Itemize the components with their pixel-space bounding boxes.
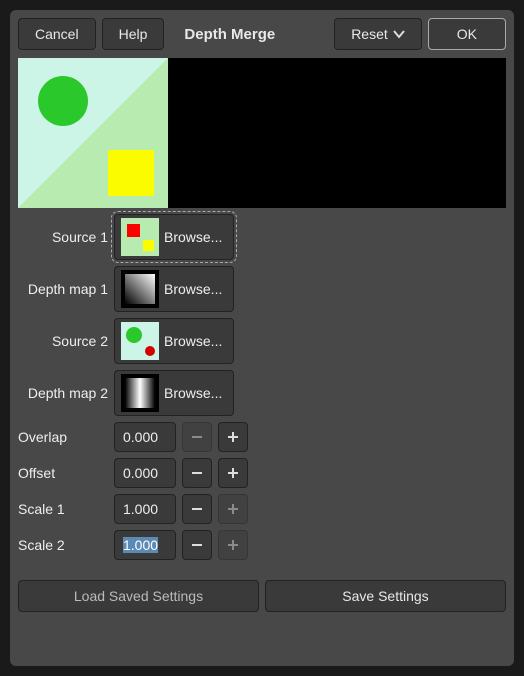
- plus-icon: [226, 430, 240, 444]
- overlap-minus-button[interactable]: [182, 422, 212, 452]
- scale2-plus-button[interactable]: [218, 530, 248, 560]
- save-settings-button[interactable]: Save Settings: [265, 580, 506, 612]
- overlap-plus-button[interactable]: [218, 422, 248, 452]
- source1-label: Source 1: [18, 229, 108, 245]
- chevron-down-icon: [393, 26, 405, 42]
- ok-button[interactable]: OK: [428, 18, 506, 50]
- minus-icon: [190, 502, 204, 516]
- scale1-input[interactable]: 1.000: [114, 494, 176, 524]
- help-button[interactable]: Help: [102, 18, 165, 50]
- cancel-button[interactable]: Cancel: [18, 18, 96, 50]
- overlap-label: Overlap: [18, 429, 108, 445]
- reset-button[interactable]: Reset: [334, 18, 422, 50]
- load-settings-button[interactable]: Load Saved Settings: [18, 580, 259, 612]
- scale1-plus-button[interactable]: [218, 494, 248, 524]
- plus-icon: [226, 502, 240, 516]
- source1-browse-button[interactable]: Browse...: [114, 214, 234, 260]
- depthmap2-label: Depth map 2: [18, 385, 108, 401]
- depthmap2-browse-label: Browse...: [164, 385, 222, 401]
- source2-browse-button[interactable]: Browse...: [114, 318, 234, 364]
- scale1-minus-button[interactable]: [182, 494, 212, 524]
- top-toolbar: Cancel Help Depth Merge Reset OK: [18, 18, 506, 50]
- source2-browse-label: Browse...: [164, 333, 222, 349]
- plus-icon: [226, 466, 240, 480]
- dialog-title: Depth Merge: [184, 26, 275, 43]
- minus-icon: [190, 466, 204, 480]
- overlap-input[interactable]: 0.000: [114, 422, 176, 452]
- plus-icon: [226, 538, 240, 552]
- depthmap1-label: Depth map 1: [18, 281, 108, 297]
- scale2-label: Scale 2: [18, 537, 108, 553]
- depthmap1-thumbnail: [121, 270, 159, 308]
- offset-plus-button[interactable]: [218, 458, 248, 488]
- scale1-label: Scale 1: [18, 501, 108, 517]
- preview-thumbnail: [18, 58, 168, 208]
- source2-label: Source 2: [18, 333, 108, 349]
- offset-input[interactable]: 0.000: [114, 458, 176, 488]
- scale2-minus-button[interactable]: [182, 530, 212, 560]
- reset-label: Reset: [351, 26, 388, 42]
- source1-browse-label: Browse...: [164, 229, 222, 245]
- source2-thumbnail: [121, 322, 159, 360]
- scale2-input[interactable]: 1.000: [114, 530, 176, 560]
- source1-thumbnail: [121, 218, 159, 256]
- minus-icon: [190, 430, 204, 444]
- depthmap2-browse-button[interactable]: Browse...: [114, 370, 234, 416]
- offset-minus-button[interactable]: [182, 458, 212, 488]
- depthmap2-thumbnail: [121, 374, 159, 412]
- minus-icon: [190, 538, 204, 552]
- depthmap1-browse-button[interactable]: Browse...: [114, 266, 234, 312]
- offset-label: Offset: [18, 465, 108, 481]
- depthmap1-browse-label: Browse...: [164, 281, 222, 297]
- preview-area: [18, 58, 506, 208]
